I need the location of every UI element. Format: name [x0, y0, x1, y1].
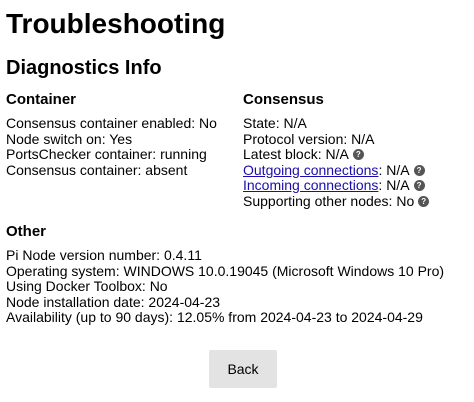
consensus-container-status: Consensus container: absent — [6, 161, 188, 178]
docker-toolbox-usage: Using Docker Toolbox: No — [6, 278, 168, 294]
incoming-connections-link[interactable]: Incoming connections — [243, 177, 378, 194]
latest-block-row: Latest block: N/A ? — [243, 146, 471, 163]
latest-block-help-icon[interactable]: ? — [352, 149, 364, 161]
pi-node-version: Pi Node version number: 0.4.11 — [6, 247, 202, 263]
supporting-other-nodes-help-icon[interactable]: ? — [418, 195, 430, 207]
other-heading: Other — [6, 223, 47, 240]
operating-system: Operating system: WINDOWS 10.0.19045 (Mi… — [6, 262, 445, 279]
consensus-section: Consensus State: N/A Protocol version: N… — [243, 90, 471, 209]
other-section: Other Pi Node version number: 0.4.11 Ope… — [6, 222, 466, 326]
consensus-heading: Consensus — [243, 91, 324, 108]
page-title: Troubleshooting — [6, 8, 226, 39]
incoming-connections-help-icon[interactable]: ? — [413, 180, 425, 192]
supporting-other-nodes-row: Supporting other nodes: No ? — [243, 192, 471, 210]
node-switch-status: Node switch on: Yes — [6, 130, 133, 147]
container-heading: Container — [6, 91, 77, 108]
outgoing-connections-value: : N/A — [378, 161, 410, 178]
outgoing-connections-link[interactable]: Outgoing connections — [243, 162, 378, 179]
container-section: Container Consensus container enabled: N… — [6, 90, 234, 178]
back-button[interactable]: Back — [209, 350, 277, 388]
incoming-connections-row: Incoming connections : N/A ? — [243, 177, 471, 194]
consensus-state: State: N/A — [243, 115, 307, 131]
node-installation-date: Node installation date: 2024-04-23 — [6, 293, 221, 310]
latest-block: Latest block: N/A — [243, 146, 349, 162]
outgoing-connections-help-icon[interactable]: ? — [413, 164, 425, 176]
availability: Availability (up to 90 days): 12.05% fro… — [6, 309, 423, 325]
supporting-other-nodes: Supporting other nodes: No — [243, 192, 415, 209]
outgoing-connections-row: Outgoing connections : N/A ? — [243, 161, 471, 179]
section-title: Diagnostics Info — [6, 57, 162, 79]
portschecker-container-status: PortsChecker container: running — [6, 146, 207, 162]
protocol-version: Protocol version: N/A — [243, 130, 375, 147]
incoming-connections-value: : N/A — [378, 177, 410, 193]
consensus-container-enabled: Consensus container enabled: No — [6, 115, 217, 131]
